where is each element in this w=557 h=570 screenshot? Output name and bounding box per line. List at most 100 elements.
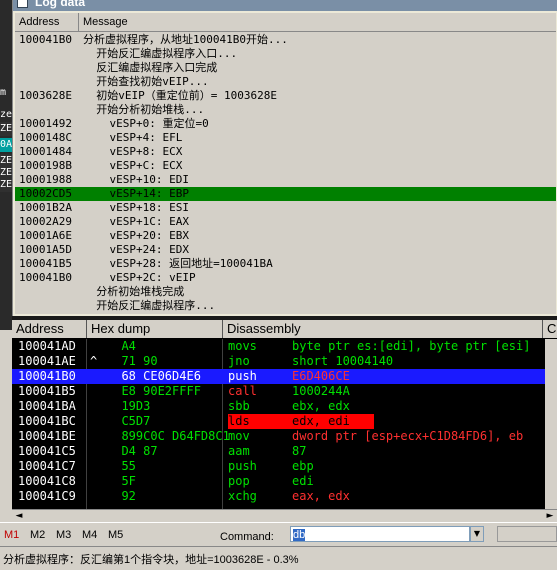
chevron-down-icon[interactable]: ▼ [470,526,484,542]
cpu-col-address[interactable]: Address [12,320,87,338]
log-row[interactable]: 10002A29 vESP+1C: EAX [15,215,556,229]
log-row[interactable]: 开始查找初始vEIP... [15,75,556,89]
disasm-operand: E6D406CE [292,369,350,383]
disasm-address: 100041BA [18,399,76,413]
log-row-message: 分析初始堆栈完成 [83,285,185,298]
log-row[interactable]: 10001988 vESP+10: EDI [15,173,556,187]
command-input[interactable]: db [290,526,470,542]
disasm-row[interactable]: 100041AD A4 movs byte ptr es:[edi], byte p… [12,339,545,354]
log-row-address: 10001492 [19,117,72,130]
disasm-row[interactable]: 100041C5 D4 87 aam 87 [12,444,545,459]
log-row-address: 10001A6E [19,229,72,242]
command-label: Command: [220,531,274,543]
log-window-icon [17,0,28,8]
disasm-hex: D4 87 [107,444,158,458]
disasm-row[interactable]: 100041AE ^ 71 90 jno short 10004140 [12,354,545,369]
disasm-row[interactable]: 100041C9 92 xchg eax, edx [12,489,545,504]
log-row-message: vESP+8: ECX [83,145,183,158]
log-row[interactable]: 100041B5 vESP+28: 返回地址=100041BA [15,257,556,271]
log-row[interactable]: 10001A6E vESP+20: EBX [15,229,556,243]
log-row-address: 100041B5 [19,257,72,270]
log-row[interactable]: 1000148C vESP+4: EFL [15,131,556,145]
mark-button-m1[interactable]: M1 [4,529,19,541]
disasm-hex: E8 90E2FFFF [107,384,201,398]
scroll-right-icon[interactable]: ► [545,511,555,521]
log-row-message: 开始查找初始vEIP... [83,75,209,88]
scroll-left-icon[interactable]: ◄ [14,511,24,521]
mark-button-m3[interactable]: M3 [56,529,71,541]
log-col-message[interactable]: Message [79,13,556,31]
disasm-address: 100041AE [18,354,76,368]
strip-cell: 0A [0,138,12,152]
command-extra-field[interactable] [497,526,557,542]
disasm-row[interactable]: 100041B0 68 CE06D4E6pushE6D406CE初 [12,369,545,384]
disasm-operand: short 10004140 [292,354,394,368]
log-row[interactable]: 10002CD5 vESP+14: EBP [15,187,556,201]
disasm-address: 100041B5 [18,384,76,398]
strip-cell: ZE [0,122,12,136]
disasm-address: 100041C9 [18,489,76,503]
log-list: 100041B0 分析虚拟程序，从地址100041B0开始... 开始反汇编虚拟程… [15,32,556,314]
log-row[interactable]: 10001B2A vESP+18: ESI [15,201,556,215]
log-row[interactable]: 10001492 vESP+0: 重定位=0 [15,117,556,131]
log-row[interactable]: 10001A5D vESP+24: EDX [15,243,556,257]
log-row[interactable]: 10001484 vESP+8: ECX [15,145,556,159]
disasm-row[interactable]: 100041C8 5F pop edi [12,474,545,489]
log-row[interactable]: 100041B0 vESP+2C: vEIP [15,271,556,285]
log-row-address: 1000148C [19,131,72,144]
disasm-row[interactable]: 100041BC C5D7ldsedx, ediI [12,414,545,429]
mark-button-m2[interactable]: M2 [30,529,45,541]
disasm-row[interactable]: 100041BE 899C0C D64FD8C1 mov dword ptr [es… [12,429,545,444]
log-row-message: vESP+28: 返回地址=100041BA [83,257,273,270]
log-row-message: vESP+1C: EAX [83,215,189,228]
disasm-mnemonic: push [228,369,257,383]
disasm-address: 100041BC [18,414,76,428]
disasm-operand: edi [292,474,314,488]
disasm-row[interactable]: 100041B5 E8 90E2FFFFcall1000244A初 [12,384,545,399]
cpu-col-disassembly[interactable]: Disassembly [223,320,543,338]
disasm-hex: 55 [107,459,136,473]
log-row[interactable]: 开始反汇编虚拟程序... [15,299,556,313]
log-window: Log data Address Message 100041B0 分析虚拟程序，… [12,0,557,320]
cpu-col-comment[interactable]: C [543,320,557,338]
command-input-value: db [293,529,306,541]
disasm-hex: 92 [107,489,136,503]
disasm-address: 100041C5 [18,444,76,458]
log-row[interactable]: 反汇编虚拟程序入口完成 [15,61,556,75]
disasm-operand: edx, edi [292,414,350,428]
cpu-col-hexdump[interactable]: Hex dump [87,320,223,338]
cpu-disassembly-pane: Address Hex dump Disassembly C 100041AD … [12,320,557,530]
mark-button-m5[interactable]: M5 [108,529,123,541]
cpu-vertical-scrollbar[interactable] [545,339,557,509]
disasm-row[interactable]: 100041BA 19D3 sbb ebx, edx [12,399,545,414]
log-row[interactable]: 分析初始堆栈完成 [15,285,556,299]
disasm-mnemonic: xchg [228,489,257,503]
disasm-operand: dword ptr [esp+ecx+C1D84FD6], eb [292,429,524,443]
log-row-address: 10001B2A [19,201,72,214]
log-row[interactable]: 1000198B vESP+C: ECX [15,159,556,173]
disasm-hex: 899C0C D64FD8C1 [107,429,230,443]
log-row[interactable]: 1003628E 初始vEIP（重定位前）= 1003628E [15,89,556,103]
disasm-operand: eax, edx [292,489,350,503]
log-row-message: 分析虚拟程序，从地址100041B0开始... [83,33,288,46]
log-row[interactable]: 开始分析初始堆栈... [15,103,556,117]
disasm-operand: ebp [292,459,314,473]
disasm-operand: ebx, edx [292,399,350,413]
log-row-address: 1000198B [19,159,72,172]
strip-cell: m [0,86,12,100]
disasm-mnemonic: mov [228,429,250,443]
log-row-message: vESP+18: ESI [83,201,189,214]
log-row-address: 1003628E [19,89,72,102]
disasm-mnemonic: sbb [228,399,250,413]
cpu-horizontal-scrollbar[interactable]: ◄ ► [12,509,557,522]
log-row[interactable]: 100041B0 分析虚拟程序，从地址100041B0开始... [15,33,556,47]
log-row[interactable]: 开始反汇编虚拟程序入口... [15,47,556,61]
mark-button-m4[interactable]: M4 [82,529,97,541]
disasm-row[interactable]: 100041C7 55 push ebp [12,459,545,474]
log-window-titlebar[interactable]: Log data [13,0,557,11]
strip-cell: ZE [0,178,12,192]
log-row-address: 10001988 [19,173,72,186]
log-col-address[interactable]: Address [15,13,79,31]
disasm-mnemonic: pop [228,474,250,488]
cpu-rows[interactable]: 100041AD A4 movs byte ptr es:[edi], byte p… [12,339,545,509]
